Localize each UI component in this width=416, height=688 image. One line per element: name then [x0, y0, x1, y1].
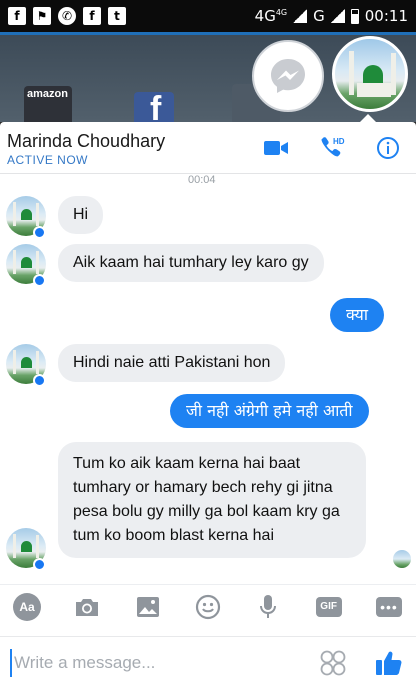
system-indicators: 4G4G G 00:11 — [255, 7, 408, 25]
camera-icon — [76, 598, 99, 616]
messenger-chat-head[interactable] — [252, 40, 324, 112]
incoming-message[interactable]: Hindi naie atti Pakistani hon — [58, 344, 286, 382]
chat-header: Marinda Choudhary ACTIVE NOW HD — [0, 122, 416, 174]
voice-call-button[interactable]: HD — [318, 134, 346, 162]
like-button[interactable] — [374, 648, 404, 678]
text-style-button[interactable]: Aa — [12, 592, 42, 622]
voice-record-button[interactable] — [253, 592, 283, 622]
active-status: ACTIVE NOW — [7, 153, 89, 167]
info-icon — [377, 137, 399, 159]
messenger-badge-icon — [33, 226, 46, 239]
messenger-badge-icon — [33, 558, 46, 571]
minaret-shape — [349, 51, 354, 95]
image-icon — [136, 596, 159, 617]
notification-icons: f ⚑ ✆ f t — [8, 7, 126, 25]
building-shape — [357, 83, 391, 97]
network-type-2: G — [313, 7, 325, 25]
status-bar: f ⚑ ✆ f t 4G4G G 00:11 — [0, 0, 416, 32]
signal-icon — [293, 9, 308, 23]
signal-icon-2 — [330, 9, 345, 23]
contact-chat-head[interactable] — [332, 36, 408, 112]
more-icon: ••• — [375, 596, 402, 617]
video-call-button[interactable] — [262, 134, 290, 162]
facebook-icon: f — [83, 7, 101, 25]
seen-indicator-avatar — [393, 550, 411, 568]
gallery-button[interactable] — [133, 592, 163, 622]
camera-button[interactable] — [72, 592, 102, 622]
info-button[interactable] — [374, 134, 402, 162]
facebook-pages-icon: ⚑ — [33, 7, 51, 25]
composer — [0, 636, 416, 688]
contact-name[interactable]: Marinda Choudhary — [7, 131, 165, 152]
incoming-message[interactable]: Hi — [58, 196, 104, 234]
messenger-badge-icon — [33, 374, 46, 387]
message-timestamp: 00:04 — [188, 174, 216, 186]
amazon-label: amazon — [27, 88, 68, 100]
facebook-icon: f — [8, 7, 26, 25]
clock: 00:11 — [364, 7, 408, 25]
thumbs-up-icon — [376, 651, 402, 675]
messenger-badge-icon — [33, 274, 46, 287]
hd-label: HD — [333, 137, 345, 146]
microphone-icon — [260, 594, 277, 618]
smiley-icon — [195, 594, 221, 619]
whatsapp-icon: ✆ — [58, 7, 76, 25]
more-options-button[interactable]: ••• — [374, 592, 404, 622]
sticker-icon — [320, 650, 346, 676]
messenger-icon — [271, 59, 305, 93]
phone-icon: HD — [321, 137, 345, 157]
gif-icon: GIF — [315, 596, 342, 617]
faded-background-text — [70, 40, 270, 68]
dome-shape — [363, 65, 383, 85]
aa-icon: Aa — [13, 592, 41, 621]
network-type: 4G4G — [254, 7, 288, 25]
minaret-shape — [391, 53, 396, 95]
video-camera-icon — [264, 141, 288, 155]
twitter-icon: t — [108, 7, 126, 25]
message-input[interactable] — [10, 649, 300, 677]
composer-toolbar: Aa GIF ••• — [0, 584, 416, 628]
incoming-message[interactable]: Tum ko aik kaam kerna hai baat tumhary o… — [58, 442, 366, 558]
gif-button[interactable]: GIF — [314, 592, 344, 622]
chat-panel: Marinda Choudhary ACTIVE NOW HD 00:04 Hi… — [0, 122, 416, 688]
emoji-button[interactable] — [193, 592, 223, 622]
battery-icon — [350, 8, 359, 24]
outgoing-message[interactable]: जी नही अंग्रेगी हमे नही आती — [170, 394, 369, 428]
outgoing-message[interactable]: क्या — [330, 298, 384, 332]
incoming-message[interactable]: Aik kaam hai tumhary ley karo gy — [58, 244, 324, 282]
sticker-button[interactable] — [320, 650, 346, 676]
progress-line — [0, 32, 416, 35]
facebook-app-glyph: f — [150, 90, 162, 122]
